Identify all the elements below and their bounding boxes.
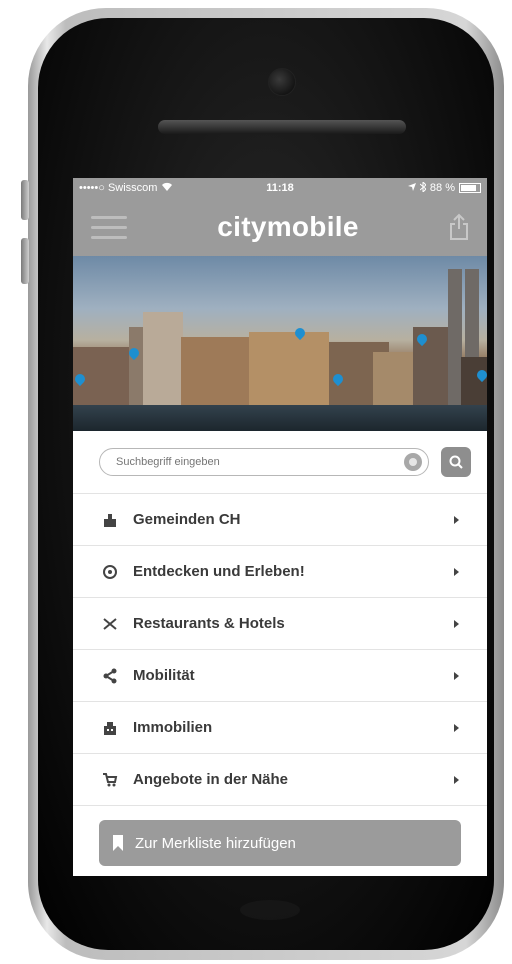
add-to-bookmarks-button[interactable]: Zur Merkliste hirzufügen: [99, 820, 461, 866]
river: [73, 405, 487, 431]
search-input[interactable]: [114, 455, 404, 469]
menu-item-label: Mobilität: [133, 667, 195, 684]
share-icon[interactable]: [449, 213, 469, 241]
carrier-label: •••••○ Swisscom: [79, 182, 158, 194]
building-icon: [101, 719, 119, 737]
bookmark-icon: [113, 835, 123, 851]
menu-item-immobilien[interactable]: Immobilien: [73, 702, 487, 754]
menu-item-entdecken[interactable]: Entdecken und Erleben!: [73, 546, 487, 598]
status-right: 88 %: [347, 180, 481, 195]
category-menu: Gemeinden CH Entdecken und Erleben! Rest…: [73, 494, 487, 806]
menu-item-restaurants[interactable]: Restaurants & Hotels: [73, 598, 487, 650]
menu-item-label: Angebote in der Nähe: [133, 771, 289, 788]
share-route-icon: [101, 667, 119, 685]
chevron-right-icon: [454, 671, 459, 680]
discover-icon: [101, 563, 119, 581]
menu-item-mobilitaet[interactable]: Mobilität: [73, 650, 487, 702]
side-button-top: [21, 180, 29, 220]
status-time: 11:18: [266, 182, 294, 194]
side-button-bottom: [21, 238, 29, 284]
battery-percent: 88 %: [429, 182, 455, 194]
menu-item-label: Restaurants & Hotels: [133, 615, 285, 632]
menu-item-label: Entdecken und Erleben!: [133, 563, 305, 580]
search-field: [99, 448, 429, 476]
front-camera: [268, 68, 296, 96]
wifi-icon: [161, 182, 173, 195]
home-area: [240, 900, 300, 920]
earpiece-speaker: [158, 120, 406, 134]
bookmark-section: Zur Merkliste hirzufügen: [73, 806, 487, 876]
hero-city-image: [73, 256, 487, 431]
municipality-icon: [101, 511, 119, 529]
menu-hamburger-icon[interactable]: [91, 215, 127, 239]
menu-item-angebote[interactable]: Angebote in der Nähe: [73, 754, 487, 806]
search-icon: [449, 455, 463, 469]
status-left: •••••○ Swisscom: [79, 182, 213, 195]
chevron-right-icon: [454, 567, 459, 576]
nav-bar: citymobile: [73, 198, 487, 256]
menu-item-gemeinden[interactable]: Gemeinden CH: [73, 494, 487, 546]
chevron-right-icon: [454, 775, 459, 784]
battery-icon: [459, 183, 481, 193]
app-screen: •••••○ Swisscom 11:18 88 % citymobile Su…: [73, 178, 487, 876]
search-button[interactable]: [441, 447, 471, 477]
chevron-right-icon: [454, 515, 459, 524]
chevron-right-icon: [454, 619, 459, 628]
bookmark-label: Zur Merkliste hirzufügen: [135, 834, 296, 852]
menu-item-label: Immobilien: [133, 719, 213, 736]
search-bar: [73, 431, 487, 494]
app-title: citymobile: [217, 211, 359, 242]
clear-search-icon[interactable]: [404, 453, 422, 471]
bluetooth-icon: [419, 180, 427, 195]
cart-icon: [101, 771, 119, 789]
menu-item-label: Gemeinden CH: [133, 511, 241, 528]
cutlery-icon: [101, 615, 119, 633]
chevron-right-icon: [454, 723, 459, 732]
status-bar: •••••○ Swisscom 11:18 88 %: [73, 178, 487, 198]
location-arrow-icon: [407, 182, 416, 194]
